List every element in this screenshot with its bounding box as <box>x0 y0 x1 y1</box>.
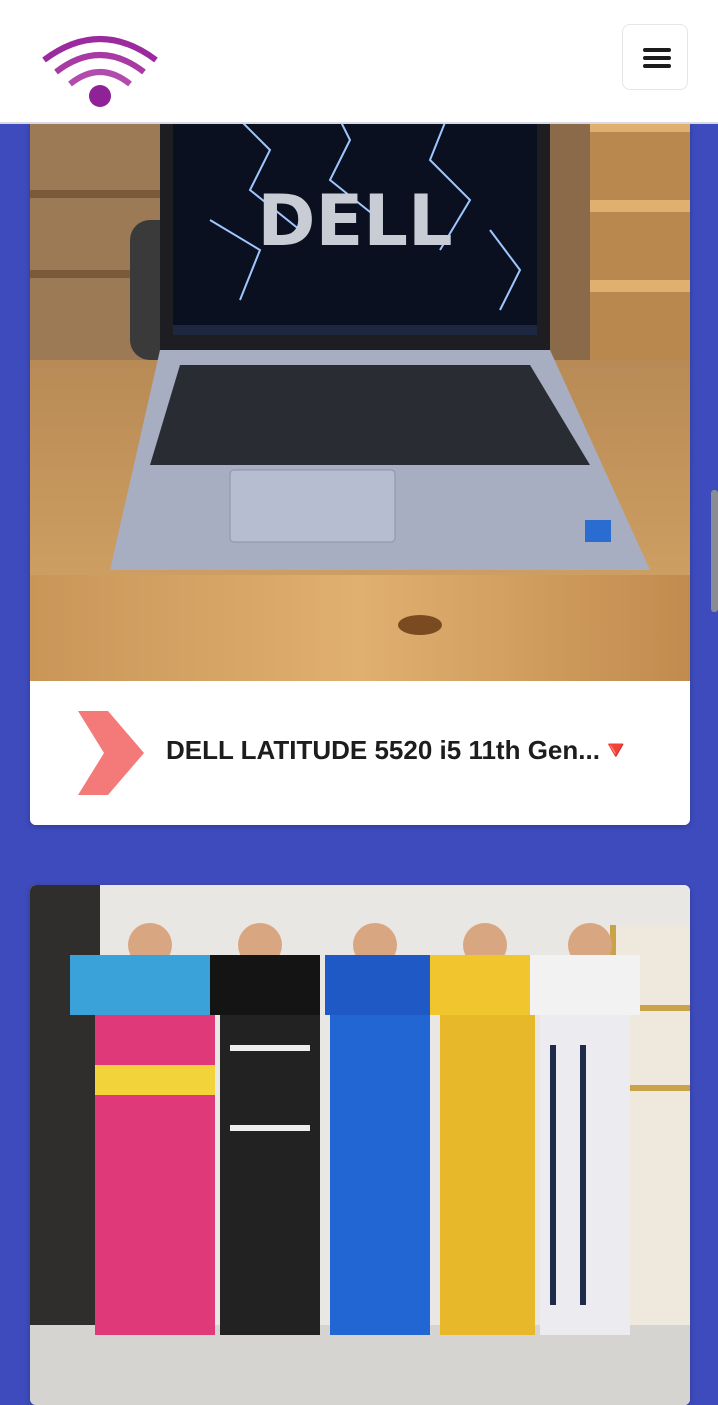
product-title[interactable]: DELL LATITUDE 5520 i5 11th Gen...🔻 <box>166 735 666 766</box>
product-card[interactable] <box>30 885 690 1405</box>
product-card[interactable]: DELL DELL LATITUDE 5520 i5 11th Gen...🔻 <box>30 70 690 825</box>
hamburger-line <box>643 56 671 60</box>
product-footer[interactable]: DELL LATITUDE 5520 i5 11th Gen...🔻 <box>30 681 690 825</box>
product-image-jumpsuits[interactable] <box>30 885 690 1405</box>
wifi-logo-icon[interactable] <box>40 30 160 112</box>
menu-button[interactable] <box>622 24 688 90</box>
chevron-right-icon <box>78 711 144 795</box>
svg-text:DELL: DELL <box>257 180 452 262</box>
site-header <box>0 0 718 124</box>
product-image-laptop[interactable]: DELL <box>30 70 690 681</box>
scrollbar-thumb[interactable] <box>711 490 718 612</box>
hamburger-line <box>643 48 671 52</box>
hamburger-line <box>643 64 671 68</box>
